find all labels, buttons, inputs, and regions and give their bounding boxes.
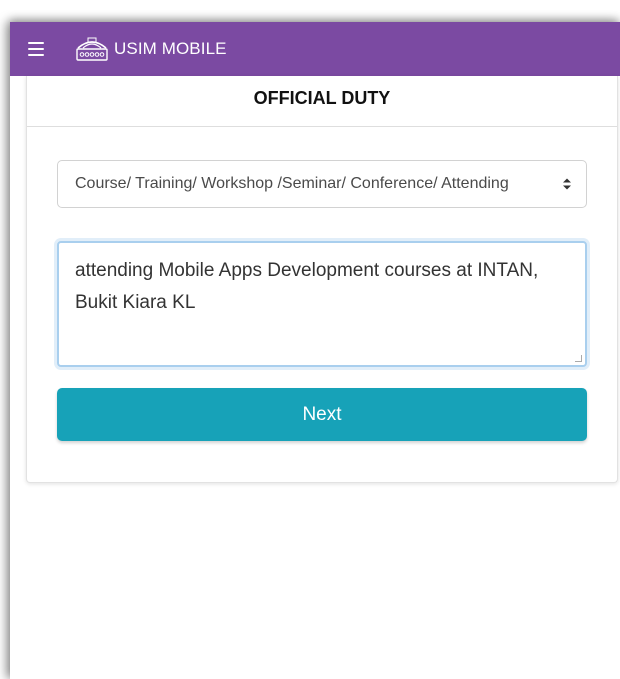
duty-category-selected-value: Course/ Training/ Workshop /Seminar/ Con… [75, 175, 509, 192]
next-button[interactable]: Next [57, 388, 587, 441]
up-down-chevron-icon [562, 178, 572, 191]
duty-category-select[interactable]: Course/ Training/ Workshop /Seminar/ Con… [57, 160, 587, 208]
app-bar: USIM MOBILE [10, 22, 620, 76]
duty-description-text: attending Mobile Apps Development course… [75, 260, 539, 313]
usim-logo-icon [76, 37, 108, 61]
app-window: USIM MOBILE OFFICIAL DUTY Course/ Traini… [10, 22, 620, 679]
official-duty-card: OFFICIAL DUTY Course/ Training/ Workshop… [26, 76, 618, 483]
resize-handle-icon[interactable] [575, 355, 582, 362]
app-title: USIM MOBILE [114, 39, 227, 58]
page-title: OFFICIAL DUTY [27, 76, 617, 127]
duty-description-textarea[interactable]: attending Mobile Apps Development course… [57, 241, 587, 367]
hamburger-menu-icon[interactable] [28, 34, 58, 64]
